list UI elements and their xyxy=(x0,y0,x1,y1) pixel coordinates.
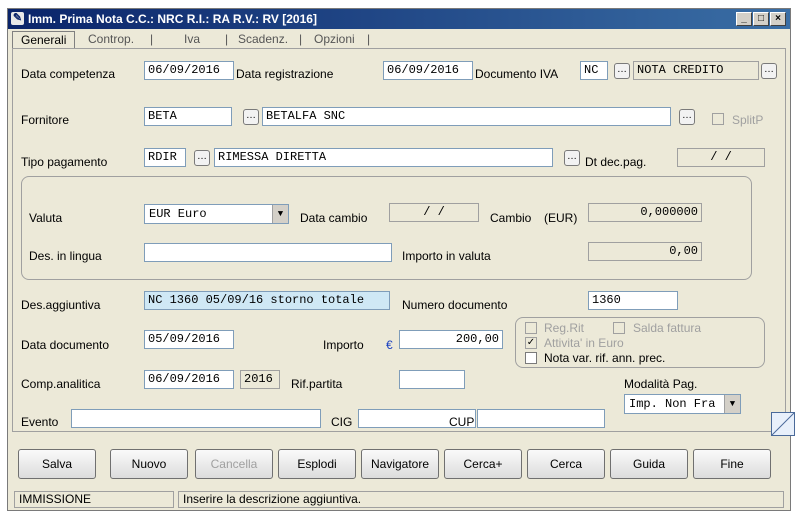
resize-corner-icon[interactable] xyxy=(771,412,795,436)
cambio-field: 0,000000 xyxy=(588,203,702,222)
guida-button[interactable]: Guida xyxy=(610,449,688,479)
cerca-button[interactable]: Cerca xyxy=(527,449,605,479)
cambio-unit-label: (EUR) xyxy=(544,211,578,225)
importo-valuta-field: 0,00 xyxy=(588,242,702,261)
splitp-label: SplitP xyxy=(732,113,764,127)
data-documento-field[interactable]: 05/09/2016 xyxy=(144,330,234,349)
cig-label: CIG xyxy=(331,415,353,429)
data-documento-label: Data documento xyxy=(21,338,110,352)
title-bar: ✎ Imm. Prima Nota C.C.: NRC R.I.: RA R.V… xyxy=(8,9,790,29)
comp-analitica-year-field: 2016 xyxy=(240,370,280,389)
tipo-pagamento-lookup-button[interactable]: … xyxy=(194,150,210,166)
documento-iva-desc-field: NOTA CREDITO xyxy=(633,61,759,80)
euro-icon: € xyxy=(386,338,393,352)
rif-partita-label: Rif.partita xyxy=(291,377,343,391)
des-aggiuntiva-field[interactable]: NC 1360 05/09/16 storno totale xyxy=(144,291,390,310)
comp-analitica-date-field[interactable]: 06/09/2016 xyxy=(144,370,234,389)
status-mode: IMMISSIONE xyxy=(14,491,174,508)
tab-generali[interactable]: Generali xyxy=(12,31,76,48)
rif-partita-field[interactable] xyxy=(399,370,465,389)
dt-dec-pag-label: Dt dec.pag. xyxy=(585,155,647,169)
status-message: Inserire la descrizione aggiuntiva. xyxy=(178,491,784,508)
comp-analitica-label: Comp.analitica xyxy=(21,377,101,391)
des-lingua-field[interactable] xyxy=(144,243,392,262)
documento-iva-lookup-button[interactable]: … xyxy=(614,63,630,79)
numero-documento-field[interactable]: 1360 xyxy=(588,291,678,310)
generali-panel: Data competenza 06/09/2016 Data registra… xyxy=(12,48,786,432)
tab-scadenz[interactable]: Scadenz. xyxy=(238,31,288,47)
modalita-pag-select[interactable]: Imp. Non Fra ▼ xyxy=(624,394,741,414)
tab-controp[interactable]: Controp. xyxy=(88,31,134,47)
main-window: ✎ Imm. Prima Nota C.C.: NRC R.I.: RA R.V… xyxy=(7,8,795,511)
tipo-pagamento-code-field[interactable]: RDIR xyxy=(144,148,186,167)
tipo-pagamento-desc-field[interactable]: RIMESSA DIRETTA xyxy=(214,148,553,167)
fornitore-lookup-button[interactable]: … xyxy=(243,109,259,125)
tipo-pagamento-detail-button[interactable]: … xyxy=(564,150,580,166)
evento-label: Evento xyxy=(21,415,59,429)
evento-field[interactable] xyxy=(71,409,321,428)
des-aggiuntiva-label: Des.aggiuntiva xyxy=(21,298,101,312)
nota-var-checkbox[interactable] xyxy=(525,352,537,364)
chevron-down-icon[interactable]: ▼ xyxy=(724,395,740,413)
splitp-checkbox[interactable] xyxy=(712,113,724,125)
fornitore-label: Fornitore xyxy=(21,113,70,127)
attivita-euro-label: Attivita' in Euro xyxy=(544,336,624,350)
attivita-euro-checkbox[interactable]: ✓ xyxy=(525,337,537,349)
numero-documento-label: Numero documento xyxy=(402,298,508,312)
documento-iva-detail-button[interactable]: … xyxy=(761,63,777,79)
minimize-button[interactable]: _ xyxy=(736,12,752,26)
close-button[interactable]: × xyxy=(770,12,786,26)
chevron-down-icon[interactable]: ▼ xyxy=(272,205,288,223)
data-cambio-field: / / xyxy=(389,203,479,222)
navigatore-button[interactable]: Navigatore xyxy=(361,449,439,479)
cerca-plus-button[interactable]: Cerca+ xyxy=(444,449,522,479)
window-title: Imm. Prima Nota C.C.: NRC R.I.: RA R.V.:… xyxy=(28,12,317,26)
modalita-pag-value: Imp. Non Fra xyxy=(629,397,716,411)
data-registrazione-field[interactable]: 06/09/2016 xyxy=(383,61,473,80)
cup-label: CUP xyxy=(449,415,475,429)
data-registrazione-label: Data registrazione xyxy=(236,67,334,81)
valuta-label: Valuta xyxy=(29,211,63,225)
fornitore-code-field[interactable]: BETA xyxy=(144,107,232,126)
salda-fattura-checkbox[interactable] xyxy=(613,322,625,334)
cup-field[interactable] xyxy=(477,409,605,428)
fornitore-detail-button[interactable]: … xyxy=(679,109,695,125)
data-competenza-label: Data competenza xyxy=(21,67,116,81)
cambio-label: Cambio xyxy=(490,211,532,225)
des-lingua-label: Des. in lingua xyxy=(29,249,102,263)
data-competenza-field[interactable]: 06/09/2016 xyxy=(144,61,234,80)
tipo-pagamento-label: Tipo pagamento xyxy=(21,155,108,169)
valuta-select[interactable]: EUR Euro ▼ xyxy=(144,204,289,224)
dt-dec-pag-field: / / xyxy=(677,148,765,167)
documento-iva-code-field[interactable]: NC xyxy=(580,61,608,80)
valuta-select-value: EUR Euro xyxy=(149,207,207,221)
importo-label: Importo xyxy=(323,338,364,352)
documento-iva-label: Documento IVA xyxy=(475,67,559,81)
data-cambio-label: Data cambio xyxy=(300,211,368,225)
fornitore-desc-field[interactable]: BETALFA SNC xyxy=(262,107,671,126)
maximize-button[interactable]: □ xyxy=(753,12,769,26)
salda-fattura-label: Salda fattura xyxy=(633,321,702,335)
cancella-button[interactable]: Cancella xyxy=(195,449,273,479)
nota-var-label: Nota var. rif. ann. prec. xyxy=(544,351,666,365)
esplodi-button[interactable]: Esplodi xyxy=(278,449,356,479)
app-icon: ✎ xyxy=(11,12,24,25)
tab-opzioni[interactable]: Opzioni xyxy=(314,31,355,47)
importo-field[interactable]: 200,00 xyxy=(399,330,503,349)
valuta-group xyxy=(21,176,752,280)
reg-rit-label: Reg.Rit xyxy=(544,321,585,335)
importo-valuta-label: Importo in valuta xyxy=(402,249,491,263)
reg-rit-checkbox[interactable] xyxy=(525,322,537,334)
salva-button[interactable]: Salva xyxy=(18,449,96,479)
fine-button[interactable]: Fine xyxy=(693,449,771,479)
nuovo-button[interactable]: Nuovo xyxy=(110,449,188,479)
modalita-pag-label: Modalità Pag. xyxy=(624,377,698,391)
tab-iva[interactable]: Iva xyxy=(184,31,200,47)
